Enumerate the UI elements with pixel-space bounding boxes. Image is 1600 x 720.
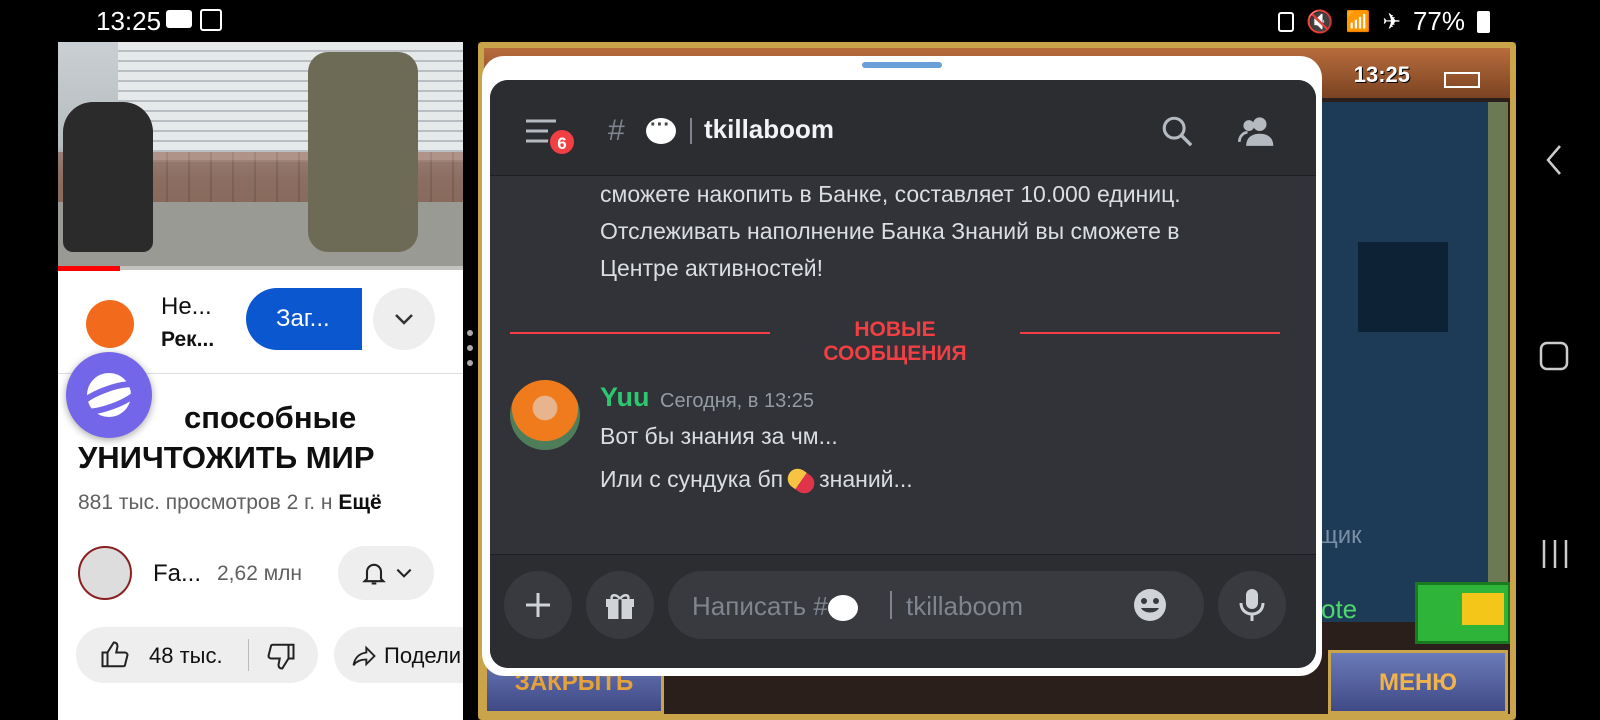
like-count[interactable]: 48 тыс. [149,643,223,669]
like-dislike-bar: 48 тыс. [76,627,318,683]
video-meta: 881 тыс. просмотров 2 г. н Ещё [78,491,382,515]
microphone-icon [1239,589,1265,621]
download-button[interactable]: Заг... [246,288,362,350]
checkbox-icon [200,9,222,31]
chevron-down-icon [396,568,412,578]
video-camera-icon [166,10,192,28]
video-player[interactable] [58,42,463,270]
gift-button[interactable] [586,571,654,639]
view-count: 881 тыс. просмотров 2 г. н [78,491,333,514]
share-label: Подели [384,643,462,668]
speech-bubble-emoji-icon [827,595,858,622]
input-separator [890,591,892,619]
advertiser-name: Не... [161,293,212,320]
split-screen-handle[interactable] [466,330,474,380]
members-icon[interactable] [1238,114,1276,148]
emoji-icon[interactable] [1132,587,1168,623]
gift-icon [606,594,634,619]
channel-avatar[interactable] [78,546,132,600]
planet-icon [76,373,142,417]
thumbs-down-icon[interactable] [266,641,296,671]
placeholder-prefix: Написать # [692,591,828,621]
video-frame-person [63,102,153,252]
input-channel-name: tkillaboom [906,591,1024,621]
message-composer: Написать # tkillaboom [490,554,1316,668]
discord-popup-window: 6 # tkillaboom сможете накопить в Банке,… [482,56,1322,676]
battery-saver-icon [1278,11,1295,32]
subscriber-count: 2,62 млн [217,562,302,585]
thumbs-up-icon[interactable] [100,640,130,670]
subscription-bell-button[interactable] [338,546,434,600]
floating-browser-bubble[interactable] [66,352,152,438]
more-link[interactable]: Ещё [338,491,381,514]
message-line-2-start: Или с сундука бп [600,466,784,492]
message-input[interactable]: Написать # tkillaboom [668,571,1204,639]
share-button[interactable]: Подели [334,627,463,683]
home-icon[interactable] [1538,340,1570,372]
message-username[interactable]: Yuu [600,382,650,413]
status-icons: 🔇 📶 ✈ 77% [1278,6,1490,37]
plus-icon [526,593,550,617]
video-frame-soldier [308,52,418,252]
navigation-bar [1516,42,1600,720]
user-avatar[interactable] [510,380,580,450]
recents-icon[interactable] [1540,538,1570,570]
expand-button[interactable] [373,288,435,350]
bell-icon [362,563,386,585]
message-line-2: Или с сундука бп знаний... [600,461,913,498]
new-messages-label: НОВЫЕ СООБЩЕНИЯ [770,318,1020,366]
header-separator [690,118,692,144]
message-text-prev-1: сможете накопить в Банке, составляет 10.… [600,181,1181,207]
search-icon[interactable] [1160,114,1194,148]
message-line-1: Вот бы знания за чм... [600,423,838,449]
chevron-down-icon [395,314,413,325]
share-icon [352,645,376,667]
video-title-line2: УНИЧТОЖИТЬ МИР [78,440,375,475]
advertiser-label: Рек... [161,328,215,351]
like-separator [248,639,249,671]
battery-icon [1477,10,1490,33]
pill-emoji-icon [783,464,819,498]
status-time: 13:25 [96,6,162,36]
locked-channel-icon: # [608,114,625,147]
status-bar: 13:25 🔇 📶 ✈ 77% [0,0,1600,42]
message-text-prev-2: Отслеживать наполнение Банка Знаний вы с… [600,218,1180,244]
mute-icon: 🔇 [1306,8,1334,34]
popup-drag-handle[interactable] [862,62,942,68]
message-input-placeholder: Написать # [692,591,858,622]
channel-header: 6 # tkillaboom [490,80,1316,176]
channel-name[interactable]: tkillaboom [704,114,834,145]
back-icon[interactable] [1542,142,1566,178]
discord-app: 6 # tkillaboom сможете накопить в Банке,… [490,80,1316,668]
add-attachment-button[interactable] [504,571,572,639]
airplane-icon: ✈ [1382,8,1401,34]
message-text-prev-3: Центре активностей! [600,255,824,281]
channel-row[interactable]: Fa... 2,62 млн [78,546,463,602]
unread-badge: 6 [548,128,576,156]
channel-name[interactable]: Fa... [153,560,201,588]
battery-percent: 77% [1412,6,1465,36]
voice-message-button[interactable] [1218,571,1286,639]
message-timestamp: Сегодня, в 13:25 [660,390,814,412]
wifi-icon: 📶 [1345,11,1371,33]
speech-bubble-emoji-icon [646,114,676,144]
video-progress-fill [58,266,120,271]
message-line-2-end: знаний... [819,466,913,492]
advertiser-logo [86,300,134,348]
